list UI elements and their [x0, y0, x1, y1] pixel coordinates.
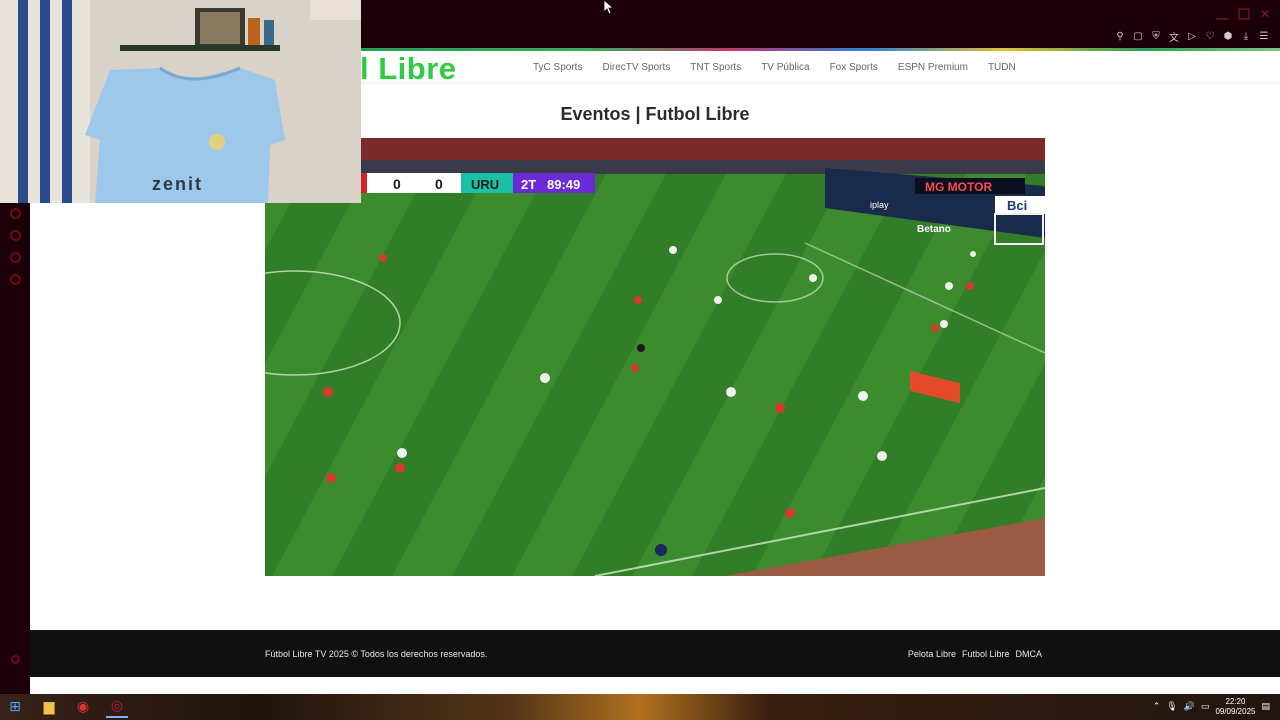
system-tray: ⌃ 🎙 🔊 ▭ 22:20 09/09/2025 ▤: [1153, 697, 1270, 717]
footer-link-futbol-libre[interactable]: Futbol Libre: [962, 649, 1010, 659]
wallpaper: [0, 694, 1280, 720]
active-browser-icon[interactable]: ◎: [106, 696, 128, 718]
windows-start-icon[interactable]: ⊞: [4, 696, 26, 718]
page-title: Eventos | Futbol Libre: [560, 104, 750, 124]
sidebar-app-icon[interactable]: [10, 252, 21, 263]
microphone-icon[interactable]: 🎙: [1166, 702, 1177, 712]
video-frame: MG MOTOR Bci Betano iplay 0 0 URU 2T 89:…: [265, 138, 1045, 576]
site-footer: Fútbol Libre TV 2025 © Todos los derecho…: [30, 630, 1280, 677]
footer-link-dmca[interactable]: DMCA: [1016, 649, 1043, 659]
ad-board-text: MG MOTOR: [925, 180, 992, 194]
shirt-brand-text: zenit: [152, 174, 203, 194]
taskbar: ⊞ ▆ ◉ ◎ ⌃ 🎙 🔊 ▭ 22:20 09/09/2025 ▤: [0, 694, 1280, 720]
footer-links: Pelota Libre Futbol Libre DMCA: [908, 649, 1042, 659]
tab-icon[interactable]: ▢: [1132, 30, 1144, 42]
sidebar-app-icon[interactable]: [10, 230, 21, 241]
nav-link-tyc-sports[interactable]: TyC Sports: [523, 62, 592, 73]
ad-board-text: iplay: [870, 200, 889, 210]
close-icon[interactable]: ✕: [1260, 8, 1272, 20]
webcam-frame: zenit: [0, 0, 361, 203]
extension-icon[interactable]: ⬢: [1222, 30, 1234, 42]
clock-time: 22:20: [1225, 697, 1246, 706]
webcam-overlay: zenit: [0, 0, 361, 203]
site-nav: TyC Sports DirecTV Sports TNT Sports TV …: [523, 62, 1026, 73]
footer-link-pelota-libre[interactable]: Pelota Libre: [908, 649, 956, 659]
header-divider: [360, 82, 1280, 86]
sidebar-app-icon[interactable]: [10, 274, 21, 285]
chevron-up-icon[interactable]: ⌃: [1153, 702, 1161, 712]
notification-icon[interactable]: ▤: [1261, 702, 1270, 712]
browser-toolbar: ⚲ ▢ ⛨ 文 ▷ ♡ ⬢ ⤓ ☰: [1114, 30, 1270, 44]
taskbar-clock[interactable]: 22:20 09/09/2025: [1215, 697, 1255, 717]
footer-copyright: Fútbol Libre TV 2025 © Todos los derecho…: [265, 649, 488, 659]
shield-icon[interactable]: ⛨: [1150, 30, 1162, 42]
minimize-icon[interactable]: [1216, 8, 1228, 20]
nav-link-directv-sports[interactable]: DirecTV Sports: [592, 62, 680, 73]
video-player[interactable]: MG MOTOR Bci Betano iplay 0 0 URU 2T 89:…: [265, 138, 1045, 576]
away-score: 0: [435, 176, 443, 192]
network-icon[interactable]: ▭: [1201, 702, 1210, 712]
heart-icon[interactable]: ♡: [1204, 30, 1216, 42]
sidebar-app-icon[interactable]: [10, 208, 21, 219]
window-controls: ✕: [1216, 8, 1272, 20]
header-accent-bar: [360, 48, 1280, 51]
ad-board-text: Betano: [917, 224, 951, 235]
taskbar-apps: ⊞ ▆ ◉ ◎: [4, 696, 128, 718]
match-period: 2T: [521, 177, 536, 192]
menu-icon[interactable]: ☰: [1258, 30, 1270, 42]
nav-link-fox-sports[interactable]: Fox Sports: [820, 62, 888, 73]
clock-date: 09/09/2025: [1215, 707, 1256, 716]
volume-icon[interactable]: 🔊: [1184, 702, 1195, 712]
mouse-cursor-icon: [604, 0, 614, 14]
match-clock: 89:49: [547, 177, 580, 192]
home-score: 0: [393, 176, 401, 192]
browser-sidebar: [0, 200, 30, 694]
nav-link-tnt-sports[interactable]: TNT Sports: [680, 62, 751, 73]
nav-link-espn-premium[interactable]: ESPN Premium: [888, 62, 978, 73]
scorebug: 0 0 URU 2T 89:49: [361, 173, 595, 193]
nav-link-tv-publica[interactable]: TV Pública: [751, 62, 819, 73]
ad-board-text: Bci: [1007, 198, 1027, 213]
translate-icon[interactable]: 文: [1168, 30, 1180, 44]
maximize-icon[interactable]: [1238, 8, 1250, 20]
browser-app-icon[interactable]: ◉: [72, 696, 94, 718]
play-icon[interactable]: ▷: [1186, 30, 1198, 42]
sidebar-settings-icon[interactable]: [11, 655, 20, 664]
away-team: URU: [471, 177, 499, 192]
nav-link-tudn[interactable]: TUDN: [978, 62, 1026, 73]
download-icon[interactable]: ⤓: [1240, 30, 1252, 42]
pin-icon[interactable]: ⚲: [1114, 30, 1126, 42]
file-explorer-icon[interactable]: ▆: [38, 696, 60, 718]
screen: ✕ ⚲ ▢ ⛨ 文 ▷ ♡ ⬢ ⤓ ☰ l Libre TyC Sports D…: [0, 0, 1280, 720]
